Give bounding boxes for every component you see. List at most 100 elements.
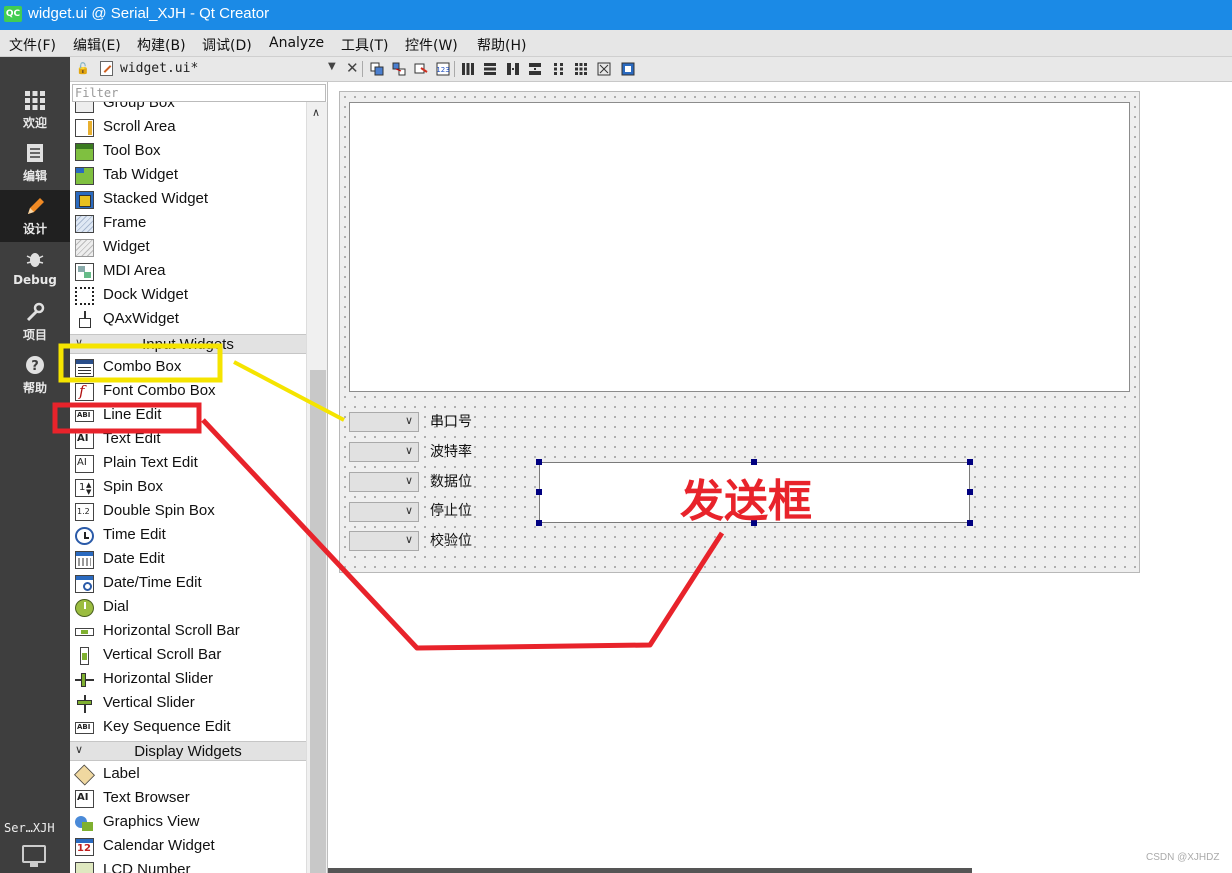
data-bits-combo-box[interactable]: ∨ [349, 472, 419, 492]
calendar-widget-icon: 12 [75, 838, 94, 856]
project-selector-label[interactable]: Ser…XJH [4, 821, 68, 835]
menu-widgets[interactable]: 控件(W) [405, 35, 458, 55]
file-tab[interactable]: 🔓 widget.ui* ▼ [70, 57, 342, 81]
widget-item-label: Calendar Widget [103, 837, 215, 854]
monitor-icon[interactable] [22, 845, 46, 867]
widget-item-calendar-widget[interactable]: 12 Calendar Widget [70, 835, 306, 859]
mode-welcome[interactable]: 欢迎 [0, 84, 70, 136]
baud-rate-combo-box[interactable]: ∨ [349, 442, 419, 462]
widget-item-dock-widget[interactable]: Dock Widget [70, 284, 306, 308]
widget-item-horizontal-scroll-bar[interactable]: Horizontal Scroll Bar [70, 620, 306, 644]
widget-item-widget[interactable]: Widget [70, 236, 306, 260]
dock-widget-icon [75, 287, 94, 305]
widget-item-date-time-edit[interactable]: Date/Time Edit [70, 572, 306, 596]
horizontal-slider-icon [75, 671, 94, 689]
menu-file[interactable]: 文件(F) [9, 35, 56, 55]
document-icon [27, 144, 43, 162]
parity-combo-box[interactable]: ∨ [349, 531, 419, 551]
widget-item-tool-box[interactable]: Tool Box [70, 140, 306, 164]
widget-item-label: Spin Box [103, 478, 164, 495]
resize-handle[interactable] [536, 520, 542, 526]
stop-bits-combo-box[interactable]: ∨ [349, 502, 419, 522]
resize-handle[interactable] [967, 520, 973, 526]
widget-item-qaxwidget[interactable]: QAxWidget [70, 308, 306, 332]
vertical-slider-icon [75, 695, 94, 713]
widget-item-vertical-slider[interactable]: Vertical Slider [70, 692, 306, 716]
widget-item-graphics-view[interactable]: Graphics View [70, 811, 306, 835]
break-layout-icon[interactable] [597, 62, 611, 76]
chevron-up-icon[interactable]: ∧ [312, 106, 320, 119]
layout-vertical-icon[interactable] [483, 62, 497, 76]
close-icon[interactable]: ✕ [346, 59, 359, 77]
mode-design[interactable]: 设计 [0, 190, 70, 242]
chevron-down-icon[interactable]: ▼ [328, 61, 336, 72]
widget-item-vertical-scroll-bar[interactable]: Vertical Scroll Bar [70, 644, 306, 668]
edit-widgets-icon[interactable] [370, 62, 384, 76]
layout-horizontal-splitter-icon[interactable] [506, 62, 520, 76]
mode-debug[interactable]: Debug [0, 243, 70, 295]
edit-signals-icon[interactable] [392, 62, 406, 76]
menu-edit[interactable]: 编辑(E) [73, 35, 121, 55]
menu-analyze[interactable]: Analyze [269, 35, 324, 51]
widget-item-lcd-number[interactable]: LCD Number [70, 859, 306, 873]
menu-build[interactable]: 构建(B) [137, 35, 186, 55]
pencil-icon [28, 198, 44, 214]
group-box-icon [75, 102, 94, 113]
layout-grid-icon[interactable] [574, 62, 588, 76]
widget-item-label[interactable]: Label [70, 763, 306, 787]
layout-horizontal-icon[interactable] [461, 62, 475, 76]
qt-creator-logo-icon: QC [4, 6, 22, 22]
widget-item-line-edit[interactable]: ABI Line Edit [70, 404, 306, 428]
port-combo-box[interactable]: ∨ [349, 412, 419, 432]
widget-item-dial[interactable]: Dial [70, 596, 306, 620]
widget-item-mdi-area[interactable]: MDI Area [70, 260, 306, 284]
widget-list: Group Box Scroll Area Tool Box Tab Widge… [70, 102, 306, 873]
widget-item-horizontal-slider[interactable]: Horizontal Slider [70, 668, 306, 692]
layout-form-icon[interactable] [552, 62, 566, 76]
widget-item-text-browser[interactable]: AI Text Browser [70, 787, 306, 811]
layout-vertical-splitter-icon[interactable] [528, 62, 542, 76]
resize-handle[interactable] [536, 489, 542, 495]
widget-item-tab-widget[interactable]: Tab Widget [70, 164, 306, 188]
resize-handle[interactable] [536, 459, 542, 465]
widget-item-label: Scroll Area [103, 118, 176, 135]
receive-text-box[interactable] [349, 102, 1130, 392]
widget-item-label: Vertical Slider [103, 694, 195, 711]
category-label: Display Widgets [134, 743, 242, 760]
resize-handle[interactable] [967, 489, 973, 495]
scrollbar-thumb[interactable] [310, 370, 326, 873]
widget-item-group-box[interactable]: Group Box [70, 102, 306, 116]
mode-help[interactable]: ? 帮助 [0, 349, 70, 401]
lcd-number-icon [75, 862, 94, 873]
menu-debug[interactable]: 调试(D) [202, 35, 252, 55]
menu-tools[interactable]: 工具(T) [341, 35, 388, 55]
edit-buddies-icon[interactable] [414, 62, 428, 76]
widget-item-frame[interactable]: Frame [70, 212, 306, 236]
widget-item-stacked-widget[interactable]: Stacked Widget [70, 188, 306, 212]
widget-item-label: Text Browser [103, 789, 190, 806]
edit-tab-order-icon[interactable]: 123 [436, 62, 450, 76]
widget-item-double-spin-box[interactable]: 1.2 Double Spin Box [70, 500, 306, 524]
widget-item-plain-text-edit[interactable]: AI Plain Text Edit [70, 452, 306, 476]
widget-item-time-edit[interactable]: Time Edit [70, 524, 306, 548]
widget-item-spin-box[interactable]: 1 ▲ ▼ Spin Box [70, 476, 306, 500]
widget-item-combo-box[interactable]: Combo Box [70, 356, 306, 380]
category-display-widgets[interactable]: ∨ Display Widgets [70, 741, 306, 761]
widget-item-scroll-area[interactable]: Scroll Area [70, 116, 306, 140]
resize-handle[interactable] [967, 459, 973, 465]
widget-box-scrollbar[interactable]: ∧ [306, 102, 327, 873]
mode-projects[interactable]: 项目 [0, 296, 70, 348]
widget-item-label: Double Spin Box [103, 502, 215, 519]
widget-filter-input[interactable]: Filter [72, 84, 326, 102]
widget-item-text-edit[interactable]: AI Text Edit [70, 428, 306, 452]
stacked-widget-icon [75, 191, 94, 209]
widget-item-font-combo-box[interactable]: f Font Combo Box [70, 380, 306, 404]
category-input-widgets[interactable]: ∨ Input Widgets [70, 334, 306, 354]
menu-help[interactable]: 帮助(H) [477, 35, 526, 55]
adjust-size-icon[interactable] [621, 62, 635, 76]
chevron-down-icon: ∨ [404, 414, 413, 427]
widget-item-key-sequence-edit[interactable]: ABI Key Sequence Edit [70, 716, 306, 740]
double-spin-box-icon: 1.2 [75, 503, 94, 521]
mode-edit[interactable]: 编辑 [0, 137, 70, 189]
widget-item-date-edit[interactable]: Date Edit [70, 548, 306, 572]
